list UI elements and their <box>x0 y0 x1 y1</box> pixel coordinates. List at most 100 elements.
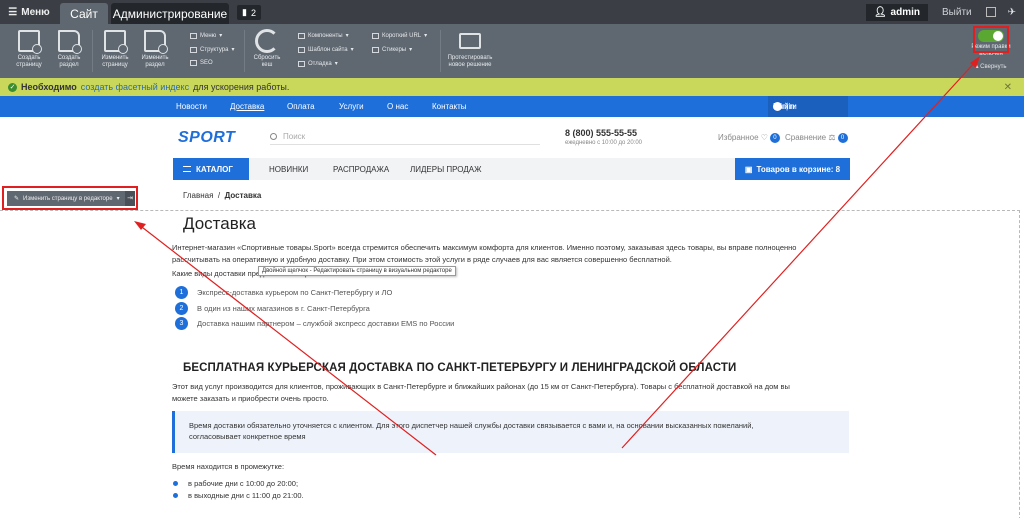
admin-logout-link[interactable]: Выйти <box>942 7 972 18</box>
cart-icon: ▣ <box>744 164 753 174</box>
components-dropdown[interactable]: Компоненты ▾ <box>298 32 349 39</box>
tab-site[interactable]: Сайт <box>60 3 108 24</box>
heart-icon: ♡ <box>760 133 768 142</box>
edit-section-button[interactable]: Изменить раздел <box>138 28 172 69</box>
edit-page-button[interactable]: Изменить страницу <box>98 28 132 69</box>
number-badge: 1 <box>175 286 188 299</box>
compare-badge: 0 <box>837 133 848 143</box>
account-area: admin | Выйти <box>768 96 848 117</box>
create-facet-index-link[interactable]: создать фасетный индекс <box>81 82 189 92</box>
debug-icon <box>298 60 305 67</box>
facet-index-notice: ✓ Необходимо создать фасетный индекс для… <box>0 78 1024 96</box>
number-badge: 3 <box>175 317 188 330</box>
admin-top-bar: ☰ Меню Сайт Администрирование ▮ 2 👤︎ admin … <box>0 0 1024 24</box>
site-top-nav: Новости Доставка Оплата Услуги О нас Кон… <box>0 96 1024 117</box>
section-title: БЕСПЛАТНАЯ КУРЬЕРСКАЯ ДОСТАВКА ПО САНКТ-… <box>183 362 737 374</box>
site-template-dropdown[interactable]: Шаблон сайта ▾ <box>298 46 354 53</box>
number-badge: 2 <box>175 302 188 315</box>
close-icon[interactable]: ✕ <box>1004 82 1012 93</box>
download-box-icon <box>459 33 481 49</box>
edit-mode-toggle[interactable]: Режим правки включен ▴ Свернуть <box>971 26 1011 79</box>
admin-menu-button[interactable]: ☰ Меню <box>0 0 58 24</box>
page-title: Доставка <box>183 214 257 233</box>
bullet-icon <box>173 493 178 498</box>
notifications-button[interactable]: ▮ 2 <box>237 5 261 20</box>
sticker-icon <box>372 46 379 53</box>
nav-services[interactable]: Услуги <box>339 102 364 111</box>
refresh-icon <box>255 29 279 53</box>
admin-toolbar: Создать страницу Создать раздел Изменить ст… <box>0 24 1024 78</box>
nav-about[interactable]: О нас <box>387 102 408 111</box>
seo-button[interactable]: SEO <box>190 60 213 66</box>
page-plus-icon <box>18 30 42 54</box>
list-item: в рабочие дни с 10:00 до 20:00; <box>173 479 298 488</box>
hamburger-icon: ☰ <box>8 6 18 18</box>
favorites-badge: 0 <box>769 133 780 143</box>
template-icon <box>298 46 305 53</box>
create-page-button[interactable]: Создать страницу <box>12 28 46 69</box>
menu-bestsellers[interactable]: ЛИДЕРЫ ПРОДАЖ <box>410 165 482 174</box>
menu-new-items[interactable]: НОВИНКИ <box>269 165 308 174</box>
list-item: 3 Доставка нашим партнером – службой эксп… <box>175 317 454 330</box>
edit-menu-arrow[interactable]: ⇥ <box>125 191 135 206</box>
stickers-dropdown[interactable]: Стикеры ▾ <box>372 46 412 53</box>
pencil-icon: ✎ <box>14 196 20 202</box>
work-hours: ежедневно с 10:00 до 20:00 <box>565 140 643 146</box>
breadcrumb-home[interactable]: Главная <box>183 191 213 200</box>
menu-icon <box>190 32 197 39</box>
collapse-toolbar-button[interactable]: ▴ Свернуть <box>971 63 1011 70</box>
folder-edit-icon <box>144 30 168 54</box>
compare-link[interactable]: Сравнение ⚖︎ 0 <box>785 133 848 143</box>
short-url-dropdown[interactable]: Короткий URL ▾ <box>372 32 427 39</box>
section-text-line-2: можете заказать и приобрести очень прост… <box>172 394 329 403</box>
breadcrumb-current: Доставка <box>224 191 262 200</box>
edit-page-in-editor-button[interactable]: ✎ Изменить страницу в редакторе ▾ <box>7 191 125 206</box>
admin-user-button[interactable]: 👤︎ admin <box>865 3 928 21</box>
bullet-icon <box>173 481 178 486</box>
scales-icon: ⚖︎ <box>828 133 836 142</box>
list-item: в выходные дни с 11:00 до 21:00. <box>173 491 304 500</box>
tab-administration[interactable]: Администрирование <box>111 3 229 24</box>
page: ☰ Меню Сайт Администрирование ▮ 2 👤︎ admin … <box>0 0 1024 518</box>
nav-delivery[interactable]: Доставка <box>230 102 264 111</box>
page-edit-icon <box>104 30 128 54</box>
check-icon: ✓ <box>8 82 17 92</box>
window-icon[interactable] <box>985 7 996 17</box>
delivery-time-note: Время доставки обязательно уточняется с … <box>172 411 849 453</box>
phone-number[interactable]: 8 (800) 555-55-55 <box>565 128 637 138</box>
list-item: 1 Экспресс-доставка курьером по Санкт-Пет… <box>175 286 392 299</box>
components-icon <box>298 32 305 39</box>
test-new-solution-button[interactable]: Протестировать новое решение <box>446 28 494 69</box>
edit-page-highlight-frame: ✎ Изменить страницу в редакторе ▾ ⇥ <box>2 186 138 210</box>
site-logo[interactable]: SPORT <box>178 129 235 147</box>
intro-line-2: рассчитывать на оперативную и удобную до… <box>172 255 672 264</box>
intro-line-1: Интернет-магазин «Спортивные товары.Spor… <box>172 243 797 252</box>
hamburger-icon <box>183 166 191 172</box>
breadcrumb: Главная / Доставка <box>183 191 262 200</box>
site-header: SPORT Поиск 8 (800) 555-55-55 ежедневно … <box>0 117 1024 157</box>
structure-dropdown[interactable]: Структура ▾ <box>190 46 234 53</box>
menu-sale[interactable]: РАСПРОДАЖА <box>333 165 389 174</box>
nav-contacts[interactable]: Контакты <box>432 102 467 111</box>
account-logout-link[interactable]: Выйти <box>773 102 797 111</box>
nav-news[interactable]: Новости <box>176 102 207 111</box>
user-icon: 👤︎ <box>873 6 887 18</box>
flag-icon: ▮ <box>242 7 247 17</box>
search-icon <box>270 133 277 140</box>
reset-cache-button[interactable]: Сбросить кеш <box>250 28 284 69</box>
list-item: 2В один из наших магазинов в г. Санкт-Пе… <box>175 302 370 315</box>
pin-icon[interactable]: ✈︎ <box>1008 7 1016 18</box>
menu-dropdown[interactable]: Меню ▾ <box>190 32 222 39</box>
favorites-link[interactable]: Избранное ♡ 0 <box>718 133 780 143</box>
chart-icon <box>190 60 197 66</box>
create-section-button[interactable]: Создать раздел <box>52 28 86 69</box>
link-icon <box>372 32 379 39</box>
toggle-switch-icon <box>978 30 1004 42</box>
cart-button[interactable]: ▣ Товаров в корзине: 8 <box>735 158 850 180</box>
search-input[interactable]: Поиск <box>270 129 540 145</box>
debug-dropdown[interactable]: Отладка ▾ <box>298 60 338 67</box>
nav-payment[interactable]: Оплата <box>287 102 315 111</box>
tooltip: Двойной щелчок - Редактировать страницу … <box>258 266 456 276</box>
catalog-button[interactable]: КАТАЛОГ <box>173 158 249 180</box>
folder-plus-icon <box>58 30 82 54</box>
